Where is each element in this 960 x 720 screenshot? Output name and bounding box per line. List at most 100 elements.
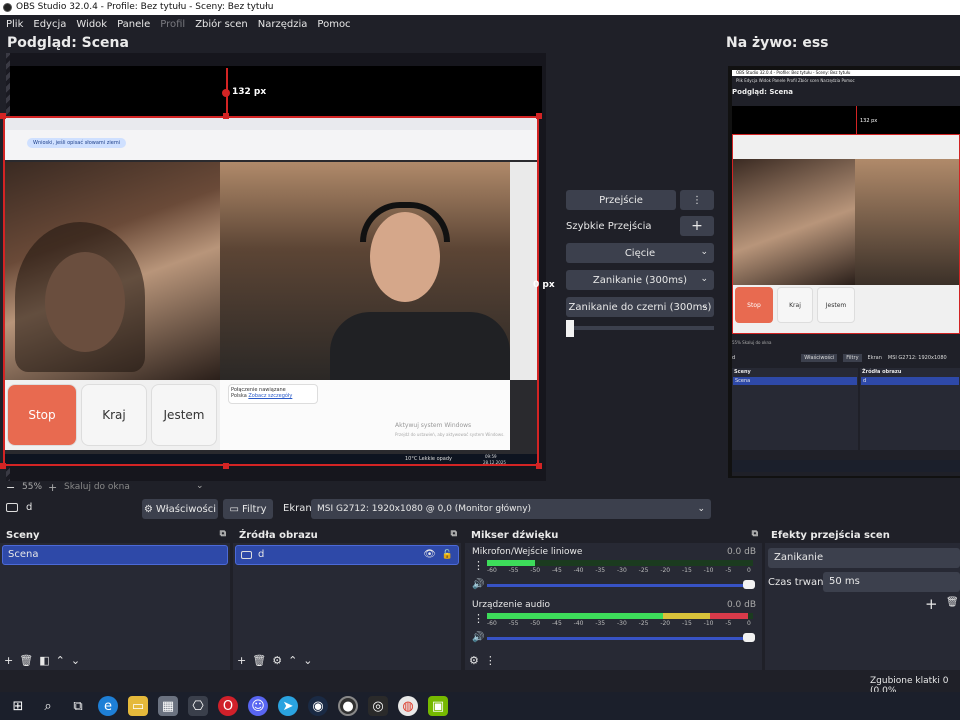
zoom-in-icon[interactable]: + (48, 481, 57, 494)
zoom-fit-select[interactable]: Skaluj do okna (64, 482, 130, 492)
preview-toolbar: − 55% + Skaluj do okna ⌄ (0, 481, 720, 495)
move-up-icon[interactable]: ⌃ (56, 654, 65, 667)
volume-slider[interactable] (487, 584, 753, 587)
trash-icon[interactable]: 🗑 (946, 597, 959, 608)
undock-icon[interactable]: ⧉ (752, 529, 758, 539)
chevron-down-icon[interactable]: ⌄ (196, 481, 204, 491)
speaker-icon[interactable]: 🔊 (472, 579, 484, 590)
kebab-icon[interactable]: ⋮ (485, 654, 496, 667)
menu-edit[interactable]: Edycja (33, 19, 66, 30)
move-down-icon[interactable]: ⌄ (303, 654, 312, 667)
discord-icon[interactable]: ☺ (248, 696, 268, 716)
resize-handle-tl[interactable] (0, 113, 6, 119)
browser-toolbar: Wnioski, jeśli opisać słowami ziemi (5, 130, 537, 160)
gaming-icon[interactable]: ⎔ (188, 696, 208, 716)
advanced-audio-icon[interactable]: ⚙ (469, 654, 479, 667)
menu-tools[interactable]: Narzędzia (258, 19, 308, 30)
volume-handle[interactable] (743, 633, 755, 642)
resize-handle-t[interactable] (223, 113, 229, 119)
move-down-icon[interactable]: ⌄ (71, 654, 80, 667)
mixer-channel-db: 0.0 dB (726, 547, 756, 557)
stream-buttons: Stop Kraj Jestem (5, 380, 220, 450)
meter-scale-tick: -35 (595, 620, 606, 627)
search-icon[interactable]: ⌕ (38, 696, 58, 716)
add-source-icon[interactable]: + (237, 654, 246, 667)
audio-meter (487, 560, 753, 566)
status-bar: Zgubione klatki 0 (0.0% (0, 671, 960, 696)
chrome-icon[interactable]: ◍ (398, 696, 418, 716)
steam-icon[interactable]: ◉ (308, 696, 328, 716)
scene-item[interactable]: Scena (2, 545, 228, 565)
transition-menu-button[interactable]: ⋮ (680, 190, 714, 210)
screen-label: Ekran (283, 503, 312, 514)
menu-scene-collection[interactable]: Zbiór scen (195, 19, 248, 30)
source-item[interactable]: d 👁 🔓 (235, 545, 459, 565)
opera-icon[interactable]: O (218, 696, 238, 716)
quick-transition-fade-black[interactable]: Zanikanie do czerni (300ms) ⌄ (566, 297, 714, 317)
menu-docks[interactable]: Panele (117, 19, 150, 30)
meter-fill (662, 613, 711, 619)
add-scene-icon[interactable]: + (4, 654, 13, 667)
move-up-icon[interactable]: ⌃ (288, 654, 297, 667)
tbar-handle[interactable] (566, 320, 574, 337)
undock-icon[interactable]: ⧉ (220, 529, 226, 539)
lock-icon[interactable]: 🔓 (442, 546, 453, 564)
meter-fill (710, 613, 748, 619)
add-quick-transition-button[interactable]: + (680, 216, 714, 236)
resize-handle-bl[interactable] (0, 463, 6, 469)
menu-view[interactable]: Widok (76, 19, 107, 30)
volume-slider[interactable] (487, 637, 753, 640)
monitor-select[interactable]: MSI G2712: 1920x1080 @ 0,0 (Monitor głów… (311, 499, 711, 519)
mini-source-name: d (732, 355, 736, 361)
transition-select[interactable]: Zanikanie (768, 548, 960, 568)
edge-icon[interactable]: e (98, 696, 118, 716)
volume-handle[interactable] (743, 580, 755, 589)
taskview-icon[interactable]: ⧉ (68, 696, 88, 716)
transition-button[interactable]: Przejście (566, 190, 676, 210)
mini-source-item: d (861, 377, 959, 385)
gear-icon[interactable]: ⚙ (272, 654, 282, 667)
chevron-down-icon: ⌄ (700, 274, 708, 284)
tbar-track[interactable] (566, 326, 714, 330)
obs-icon[interactable]: ● (338, 696, 358, 716)
resize-handle-b[interactable] (223, 463, 229, 469)
add-transition-icon[interactable]: + (925, 595, 938, 613)
eye-icon[interactable]: 👁 (423, 546, 436, 564)
menu-file[interactable]: Plik (6, 19, 23, 30)
explorer-icon[interactable]: ▭ (128, 696, 148, 716)
mini-sources-title: Źródła obrazu (862, 369, 902, 375)
menu-profile[interactable]: Profil (160, 19, 185, 30)
meter-scale-tick: -25 (638, 620, 649, 627)
store-icon[interactable]: ▦ (158, 696, 178, 716)
window-titlebar: OBS Studio 32.0.4 - Profile: Bez tytułu … (0, 0, 960, 15)
trash-icon[interactable]: 🗑 (252, 654, 266, 667)
menu-help[interactable]: Pomoc (317, 19, 350, 30)
monitor-icon (6, 503, 18, 512)
telegram-icon[interactable]: ➤ (278, 696, 298, 716)
kraj-chip: Kraj (81, 384, 147, 446)
headphones-icon (360, 202, 450, 242)
kebab-icon[interactable]: ⋮ (473, 612, 484, 625)
preview-source-frame[interactable]: Wnioski, jeśli opisać słowami ziemi Stop… (3, 116, 539, 466)
app-icon[interactable]: ◎ (368, 696, 388, 716)
kebab-icon[interactable]: ⋮ (473, 559, 484, 572)
zoom-value[interactable]: 55% (22, 482, 42, 492)
quick-transition-fade[interactable]: Zanikanie (300ms) ⌄ (566, 270, 714, 290)
resize-handle-tr[interactable] (536, 113, 542, 119)
speaker-icon[interactable]: 🔊 (472, 632, 484, 643)
windows-icon[interactable]: ⊞ (8, 696, 28, 716)
zoom-out-icon[interactable]: − (6, 481, 15, 494)
filters-button[interactable]: ▭ Filtry (223, 499, 273, 519)
scene-filter-icon[interactable]: ◧ (39, 654, 49, 667)
mini-menu: Plik Edycja Widok Panele Profil Zbiór sc… (736, 78, 855, 83)
offset-right-label: 0 px (533, 280, 555, 290)
resize-handle-br[interactable] (536, 463, 542, 469)
obs-logo-icon (3, 3, 12, 12)
properties-button[interactable]: ⚙ Właściwości (142, 499, 218, 519)
undock-icon[interactable]: ⧉ (451, 529, 457, 539)
mini-sources-panel: Źródła obrazu d (860, 368, 960, 450)
quick-transition-cut[interactable]: Cięcie ⌄ (566, 243, 714, 263)
trash-icon[interactable]: 🗑 (19, 654, 33, 667)
duration-input[interactable]: 50 ms (823, 572, 960, 592)
nvidia-icon[interactable]: ▣ (428, 696, 448, 716)
